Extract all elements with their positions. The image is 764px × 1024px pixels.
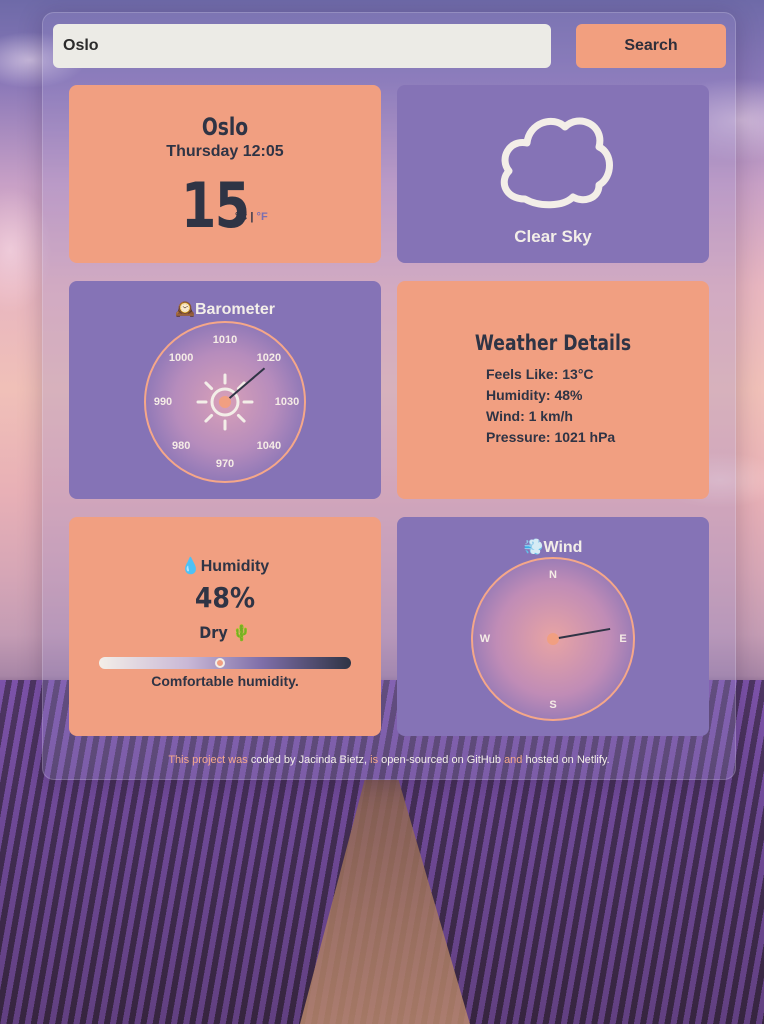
barometer-card: 🕰️Barometer 970 980 990 1000 1010 1020 1030 104…: [69, 281, 381, 499]
wind-compass: N E S W: [471, 557, 635, 721]
footer: This project was coded by Jacinda Bietz,…: [42, 754, 736, 766]
footer-text-3: and: [504, 754, 523, 766]
barometer-dial: 970 980 990 1000 1010 1020 1030 1040: [144, 321, 306, 483]
footer-text-1: This project was: [168, 754, 248, 766]
footer-text-2: is: [370, 754, 379, 766]
sun-ray: [204, 381, 214, 391]
search-input[interactable]: [53, 24, 551, 68]
barometer-scale-970: 970: [215, 458, 235, 470]
humidity-title-row: 💧Humidity: [69, 556, 381, 576]
humidity-text: Humidity: 48%: [486, 387, 583, 403]
celsius-link[interactable]: °C: [235, 211, 247, 223]
barometer-icon: 🕰️: [175, 301, 195, 318]
humidity-indicator: [214, 658, 225, 668]
pressure-text: Pressure: 1021 hPa: [486, 429, 616, 445]
barometer-scale-980: 980: [171, 439, 191, 452]
barometer-needle: [224, 367, 266, 403]
wind-title: Wind: [543, 539, 583, 556]
humidity-level: Dry 🌵: [199, 623, 251, 642]
wind-center-dot: [547, 633, 559, 645]
wind-needle-layer: [547, 627, 611, 645]
barometer-scale-1010: 1010: [212, 334, 238, 346]
unit-toggle: °C | °F: [235, 211, 268, 223]
humidity-value: 48%: [194, 581, 256, 614]
humidity-bar: [99, 657, 351, 669]
sky-card: Clear Sky: [397, 85, 709, 263]
barometer-scale-1040: 1040: [256, 439, 282, 452]
unit-separator: |: [250, 211, 254, 223]
wind-title-row: 💨Wind: [397, 537, 709, 557]
barometer-center-dot: [219, 396, 231, 408]
wind-icon: 💨: [523, 539, 544, 556]
github-link[interactable]: open-sourced on GitHub: [381, 754, 501, 766]
wind-card: 💨Wind N E S W: [397, 517, 709, 736]
fahrenheit-link[interactable]: °F: [257, 211, 268, 223]
search-button[interactable]: Search: [576, 24, 726, 68]
date-time: Thursday 12:05: [166, 143, 284, 160]
droplet-icon: 💧: [180, 558, 201, 575]
wind-needle: [552, 627, 611, 640]
barometer-scale-1020: 1020: [256, 352, 282, 365]
humidity-card: 💧Humidity 48% Dry 🌵 Comfortable humidity…: [69, 517, 381, 736]
details-card: Weather Details Feels Like: 13°C Humidit…: [397, 281, 709, 499]
barometer-scale-1030: 1030: [274, 396, 300, 408]
current-weather-card: Oslo Thursday 12:05 15 °C | °F: [69, 85, 381, 263]
barometer-title-row: 🕰️Barometer: [69, 299, 381, 319]
temperature-value: 15: [181, 169, 250, 242]
barometer-scale-1000: 1000: [168, 352, 194, 365]
barometer-title: Barometer: [194, 301, 275, 318]
details-title: Weather Details: [474, 331, 632, 355]
feels-like-text: Feels Like: 13°C: [486, 366, 594, 382]
barometer-scale-990: 990: [153, 396, 173, 408]
sky-description: Clear Sky: [514, 227, 592, 246]
humidity-description: Comfortable humidity.: [151, 673, 299, 689]
author-link[interactable]: coded by Jacinda Bietz,: [251, 754, 367, 766]
sun-ray: [204, 413, 214, 423]
city-name: Oslo: [201, 113, 249, 141]
cloud-icon: [500, 117, 613, 209]
sun-ray: [236, 413, 246, 423]
humidity-title: Humidity: [200, 558, 270, 575]
netlify-link[interactable]: hosted on Netlify.: [525, 754, 609, 766]
wind-text: Wind: 1 km/h: [486, 408, 573, 424]
